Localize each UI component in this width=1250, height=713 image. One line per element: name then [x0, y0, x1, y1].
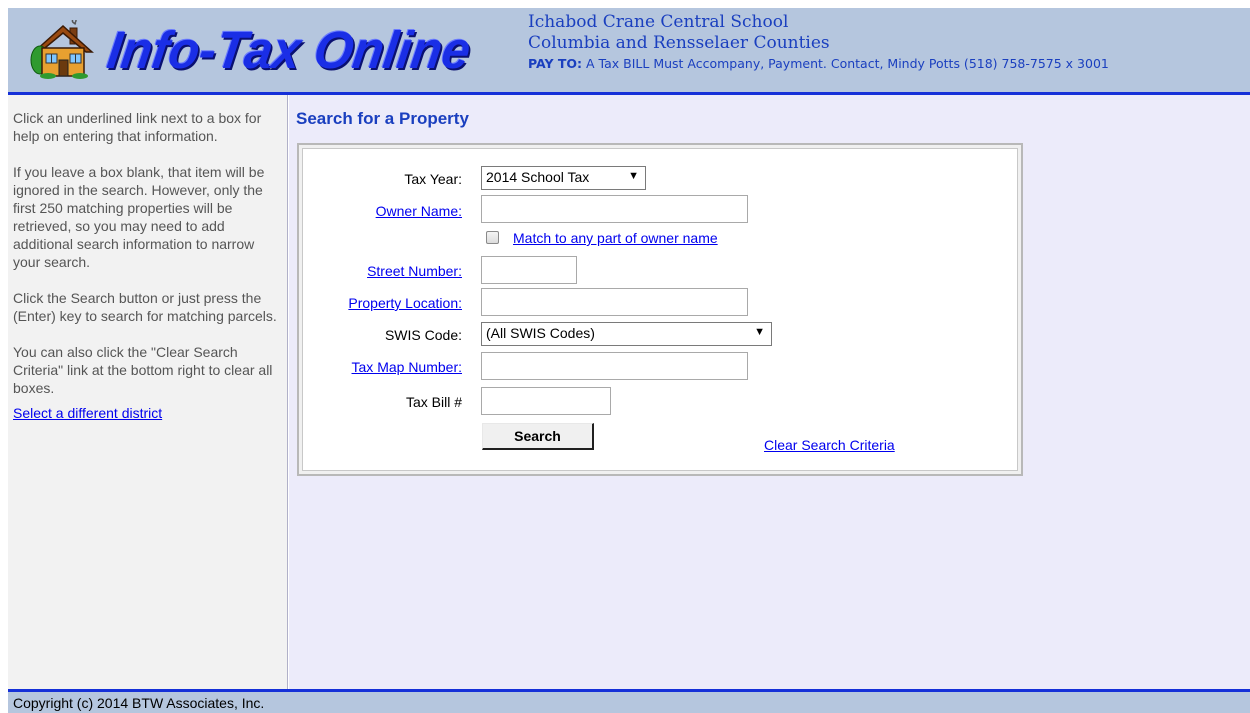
- street-number-input[interactable]: [481, 256, 577, 284]
- help-text-blank: If you leave a box blank, that item will…: [13, 164, 265, 270]
- search-button[interactable]: Search: [482, 423, 594, 450]
- street-number-help-link[interactable]: Street Number:: [367, 263, 462, 279]
- payto-label: PAY TO:: [528, 56, 583, 71]
- swis-code-value: (All SWIS Codes): [486, 325, 595, 341]
- help-sidebar: Click an underlined link next to a box f…: [8, 95, 288, 689]
- owner-name-help-link[interactable]: Owner Name:: [376, 203, 462, 219]
- clear-search-criteria-link[interactable]: Clear Search Criteria: [764, 437, 895, 453]
- tax-bill-input[interactable]: [481, 387, 611, 415]
- help-text-links: Click an underlined link next to a box f…: [13, 110, 262, 144]
- district-info: Ichabod Crane Central School Columbia an…: [528, 12, 1109, 71]
- chevron-down-icon: ▼: [628, 170, 639, 182]
- swis-code-select[interactable]: (All SWIS Codes) ▼: [481, 322, 772, 346]
- property-location-input[interactable]: [481, 288, 748, 316]
- logo: Info-Tax Online: [30, 16, 510, 88]
- district-name: Ichabod Crane Central School: [528, 12, 789, 32]
- tax-year-value: 2014 School Tax: [486, 169, 590, 185]
- chevron-down-icon: ▼: [754, 326, 765, 338]
- logo-text: Info-Tax Online: [103, 20, 475, 80]
- payto-text: A Tax BILL Must Accompany, Payment. Cont…: [586, 56, 1109, 71]
- tax-year-label: Tax Year:: [404, 171, 462, 187]
- main-content: Search for a Property Tax Year: 2014 Sch…: [289, 95, 1250, 689]
- page-header: Info-Tax Online Ichabod Crane Central Sc…: [8, 8, 1250, 92]
- page-title: Search for a Property: [296, 109, 469, 128]
- property-location-help-link[interactable]: Property Location:: [348, 295, 462, 311]
- search-form: Tax Year: 2014 School Tax ▼ Owner Name: …: [297, 143, 1023, 476]
- district-counties: Columbia and Rensselaer Counties: [528, 33, 830, 53]
- footer-copyright: Copyright (c) 2014 BTW Associates, Inc.: [8, 692, 1250, 713]
- help-text-clear: You can also click the "Clear Search Cri…: [13, 344, 273, 396]
- help-text-search: Click the Search button or just press th…: [13, 290, 277, 324]
- select-district-link[interactable]: Select a different district: [13, 405, 162, 421]
- tax-bill-label: Tax Bill #: [405, 394, 462, 410]
- match-any-part-help-link[interactable]: Match to any part of owner name: [513, 230, 718, 246]
- payto-info: PAY TO: A Tax BILL Must Accompany, Payme…: [528, 56, 1109, 71]
- search-form-inner: Tax Year: 2014 School Tax ▼ Owner Name: …: [302, 148, 1018, 471]
- tax-year-select[interactable]: 2014 School Tax ▼: [481, 166, 646, 190]
- match-any-part-checkbox[interactable]: [486, 231, 499, 244]
- tax-map-number-input[interactable]: [481, 352, 748, 380]
- tax-map-number-help-link[interactable]: Tax Map Number:: [352, 359, 462, 375]
- owner-name-input[interactable]: [481, 195, 748, 223]
- swis-code-label: SWIS Code:: [384, 327, 462, 343]
- house-icon: [30, 20, 94, 79]
